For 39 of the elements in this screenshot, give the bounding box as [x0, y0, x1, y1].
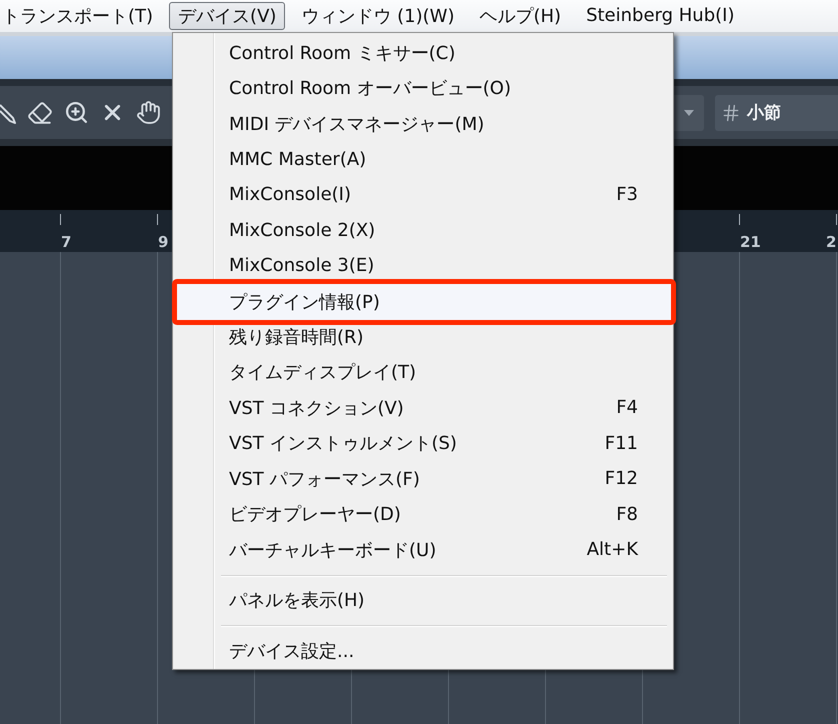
eraser-icon[interactable]: [27, 100, 53, 126]
menu-item[interactable]: Control Room オーバービュー(O): [175, 76, 671, 100]
menu-bar-item[interactable]: デバイス(V): [169, 2, 286, 30]
menu-item[interactable]: プラグイン情報(P): [177, 284, 671, 320]
menu-item[interactable]: MixConsole 3(E): [175, 254, 671, 278]
shortcut-label: F8: [616, 504, 638, 525]
menu-item[interactable]: VST コネクション(V) F4: [175, 396, 671, 420]
menu-item[interactable]: VST パフォーマンス(F) F12: [175, 466, 671, 491]
hand-icon[interactable]: [136, 100, 161, 125]
dropdown-field[interactable]: [673, 94, 704, 130]
shortcut-label: F3: [616, 184, 638, 206]
zoom-in-icon[interactable]: [64, 100, 89, 125]
menu-item[interactable]: タイムディスプレイ(T): [175, 360, 671, 384]
menu-item[interactable]: 残り録音時間(R): [175, 324, 671, 349]
bar-number: 21: [740, 233, 761, 251]
menu-bar-item[interactable]: Steinberg Hub(I): [577, 2, 744, 30]
menu-bar-item[interactable]: ウィンドウ (1)(W): [292, 2, 464, 30]
menu-item[interactable]: バーチャルキーボード(U) Alt+K: [175, 538, 671, 562]
caret-icon: [684, 110, 694, 116]
bar-number: 9: [158, 233, 168, 251]
shortcut-label: F12: [604, 468, 638, 490]
menu-bar-item[interactable]: トランスポート(T): [0, 2, 162, 30]
shortcut-label: F11: [604, 432, 638, 454]
time-format-field[interactable]: 小節: [715, 94, 838, 130]
menu-item[interactable]: MixConsole 2(X): [175, 218, 671, 242]
menu-item[interactable]: パネルを表示(H): [175, 588, 671, 612]
shortcut-label: F4: [616, 397, 638, 418]
bar-number: 7: [61, 233, 72, 251]
menu-item[interactable]: MMC Master(A): [175, 147, 671, 172]
menu-item[interactable]: Control Room ミキサー(C): [175, 40, 671, 65]
bar-number: 2: [826, 233, 836, 251]
menu-item[interactable]: VST インストゥルメント(S) F11: [175, 431, 671, 456]
shortcut-label: Alt+K: [586, 539, 638, 560]
hash-icon: [721, 102, 741, 122]
menu-bar-item[interactable]: ヘルプ(H): [470, 2, 570, 30]
menu-item[interactable]: ビデオプレーヤー(D) F8: [175, 502, 671, 526]
menu-item[interactable]: MixConsole(I) F3: [175, 182, 671, 207]
menu-item[interactable]: MIDI デバイスマネージャー(M): [175, 112, 671, 136]
menu-item[interactable]: デバイス設定...: [175, 638, 671, 663]
